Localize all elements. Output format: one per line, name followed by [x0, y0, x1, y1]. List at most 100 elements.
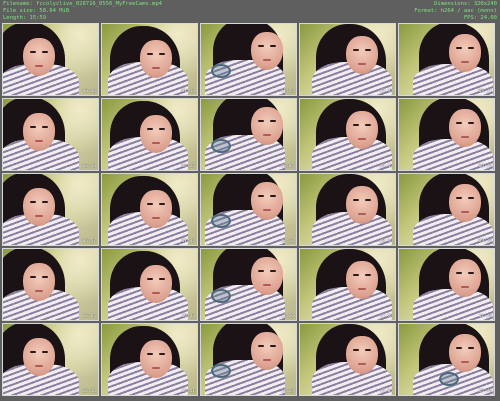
- mouth: [358, 288, 366, 290]
- face: [449, 259, 481, 297]
- mouth: [461, 361, 469, 363]
- face: [346, 111, 378, 149]
- left-eye: [456, 47, 462, 49]
- video-thumbnail: 03:48: [2, 98, 99, 171]
- right-eye: [468, 122, 474, 124]
- mouth: [263, 359, 271, 361]
- left-eye: [353, 274, 359, 276]
- mouth: [35, 290, 43, 292]
- video-thumbnail: 11:20: [200, 248, 297, 321]
- length-text: Length: 15:59: [3, 15, 47, 21]
- right-eye: [468, 197, 474, 199]
- timestamp-label: 10:43: [181, 314, 195, 319]
- timestamp-label: 07:34: [181, 239, 195, 244]
- mouth: [461, 61, 469, 63]
- face: [251, 332, 283, 370]
- mouth: [263, 284, 271, 286]
- video-thumbnail: 15:44: [398, 323, 495, 396]
- tattoo: [211, 214, 231, 228]
- timestamp-label: 03:11: [478, 89, 492, 94]
- face: [23, 338, 55, 376]
- face: [23, 188, 55, 226]
- left-eye: [456, 347, 462, 349]
- video-thumbnail: 06:19: [398, 98, 495, 171]
- timestamp-label: 02:33: [379, 89, 393, 94]
- timestamp-label: 08:50: [379, 239, 393, 244]
- timestamp-label: 11:58: [379, 314, 393, 319]
- video-thumbnail: 06:57: [2, 173, 99, 246]
- left-eye: [258, 120, 264, 122]
- left-eye: [30, 276, 36, 278]
- face: [140, 340, 172, 378]
- timestamp-label: 06:57: [82, 239, 96, 244]
- face: [140, 190, 172, 228]
- left-eye: [147, 278, 153, 280]
- face: [23, 113, 55, 151]
- mouth: [358, 213, 366, 215]
- mouth: [35, 65, 43, 67]
- left-eye: [147, 128, 153, 130]
- face: [449, 334, 481, 372]
- timestamp-label: 08:13: [280, 239, 294, 244]
- left-eye: [456, 197, 462, 199]
- right-eye: [159, 53, 165, 55]
- right-eye: [42, 201, 48, 203]
- video-thumbnail: 02:33: [299, 23, 396, 96]
- thumbnail-grid: 00:36 01:13 01:55 02:33 03:11 03:48 04:25 05:04…: [2, 23, 499, 399]
- face: [23, 263, 55, 301]
- mouth: [358, 63, 366, 65]
- video-thumbnail: 01:55: [200, 23, 297, 96]
- video-thumbnail: 08:50: [299, 173, 396, 246]
- left-eye: [353, 49, 359, 51]
- timestamp-label: 10:05: [82, 314, 96, 319]
- timestamp-label: 01:13: [181, 89, 195, 94]
- right-eye: [468, 47, 474, 49]
- right-eye: [42, 351, 48, 353]
- right-eye: [159, 278, 165, 280]
- left-eye: [30, 351, 36, 353]
- left-eye: [258, 195, 264, 197]
- mouth: [152, 142, 160, 144]
- timestamp-label: 03:48: [82, 164, 96, 169]
- video-thumbnail: 03:11: [398, 23, 495, 96]
- face: [449, 109, 481, 147]
- right-eye: [365, 49, 371, 51]
- left-eye: [353, 199, 359, 201]
- dimensions-text: Dimensions: 320x240: [434, 1, 497, 7]
- face: [140, 40, 172, 78]
- tattoo: [211, 364, 231, 378]
- face: [449, 184, 481, 222]
- right-eye: [42, 276, 48, 278]
- mouth: [35, 140, 43, 142]
- left-eye: [456, 272, 462, 274]
- mouth: [263, 59, 271, 61]
- mouth: [358, 138, 366, 140]
- info-left: Filename: fccolyclive_028716_0556_MyFree…: [3, 1, 162, 22]
- face: [251, 32, 283, 70]
- right-eye: [365, 199, 371, 201]
- video-thumbnail: 10:05: [2, 248, 99, 321]
- video-thumbnail: 01:13: [101, 23, 198, 96]
- mouth: [152, 67, 160, 69]
- mouth: [35, 365, 43, 367]
- right-eye: [270, 270, 276, 272]
- face: [251, 107, 283, 145]
- right-eye: [270, 120, 276, 122]
- fps-text: FPS: 24.00: [463, 15, 497, 21]
- video-thumbnail: 05:42: [299, 98, 396, 171]
- face: [346, 336, 378, 374]
- video-thumbnail: 09:28: [398, 173, 495, 246]
- left-eye: [353, 349, 359, 351]
- video-thumbnail: 08:13: [200, 173, 297, 246]
- timestamp-label: 06:19: [478, 164, 492, 169]
- left-eye: [353, 124, 359, 126]
- face: [449, 34, 481, 72]
- timestamp-label: 14:28: [280, 389, 294, 394]
- right-eye: [270, 345, 276, 347]
- tattoo: [211, 139, 231, 153]
- face: [23, 38, 55, 76]
- info-header: Filename: fccolyclive_028716_0556_MyFree…: [0, 0, 500, 22]
- left-eye: [147, 53, 153, 55]
- mouth: [461, 286, 469, 288]
- left-eye: [147, 353, 153, 355]
